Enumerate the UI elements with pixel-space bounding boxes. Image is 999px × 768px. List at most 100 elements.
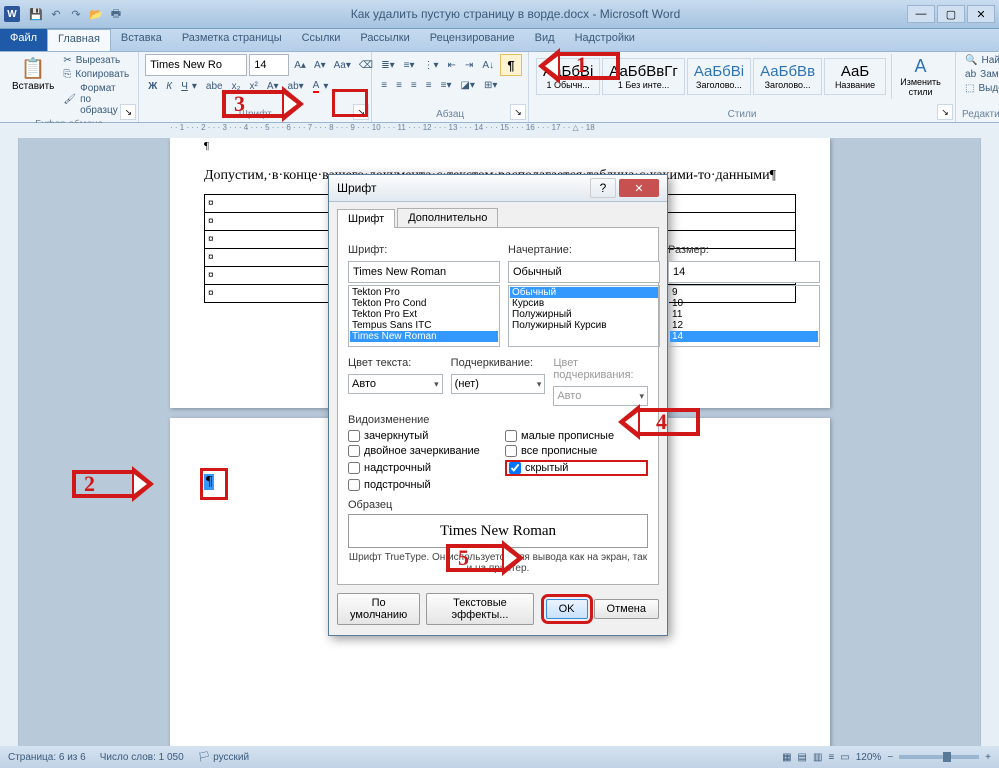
shrink-font-button[interactable]: A▾ xyxy=(311,54,329,76)
undo-icon[interactable]: ↶ xyxy=(48,6,64,22)
justify-button[interactable]: ≡ xyxy=(423,79,435,92)
copy-button[interactable]: ⎘Копировать xyxy=(60,68,132,81)
align-center-button[interactable]: ≡ xyxy=(393,79,405,92)
highlight-button[interactable]: ab▾ xyxy=(285,79,307,94)
maximize-button[interactable]: ▢ xyxy=(937,5,965,23)
list-item[interactable]: 10 xyxy=(670,298,818,309)
close-button[interactable]: ✕ xyxy=(967,5,995,23)
save-icon[interactable]: 💾 xyxy=(28,6,44,22)
zoom-out-button[interactable]: − xyxy=(887,752,893,763)
style-input[interactable] xyxy=(508,261,660,283)
indent-inc-button[interactable]: ⇥ xyxy=(462,54,476,76)
minimize-button[interactable]: — xyxy=(907,5,935,23)
list-item[interactable]: Полужирный xyxy=(510,309,658,320)
size-input[interactable] xyxy=(668,261,820,283)
open-icon[interactable]: 📂 xyxy=(88,6,104,22)
change-styles-button[interactable]: A Изменить стили xyxy=(891,54,949,99)
chk-sub[interactable]: подстрочный xyxy=(348,479,491,491)
superscript-button[interactable]: x² xyxy=(246,79,260,94)
status-page[interactable]: Страница: 6 из 6 xyxy=(8,752,86,763)
select-button[interactable]: ⬚Выделить xyxy=(962,82,999,95)
style-h1[interactable]: АаБбВіЗаголово... xyxy=(687,58,751,95)
zoom-in-button[interactable]: + xyxy=(985,752,991,763)
tab-layout[interactable]: Разметка страницы xyxy=(172,29,292,51)
chk-strike[interactable]: зачеркнутый xyxy=(348,430,491,442)
view-outline-button[interactable]: ≡ xyxy=(828,752,834,763)
redo-icon[interactable]: ↷ xyxy=(68,6,84,22)
list-item[interactable]: Обычный xyxy=(510,287,658,298)
style-normal[interactable]: АаБбВі1 Обычн... xyxy=(536,58,600,95)
underline-combo[interactable]: (нет) xyxy=(451,374,546,394)
status-lang[interactable]: 🏳 русский xyxy=(198,752,249,763)
underline-button[interactable]: Ч▾ xyxy=(178,79,200,94)
list-item[interactable]: Tekton Pro Ext xyxy=(350,309,498,320)
dialog-help-button[interactable]: ? xyxy=(590,178,616,198)
font-launcher[interactable]: ↘ xyxy=(353,104,369,120)
strike-button[interactable]: abe xyxy=(203,79,226,94)
font-size-combo[interactable] xyxy=(249,54,289,76)
shading-button[interactable]: ◪▾ xyxy=(457,79,477,92)
tab-insert[interactable]: Вставка xyxy=(111,29,172,51)
ok-button[interactable]: OK xyxy=(546,599,588,619)
tab-file[interactable]: Файл xyxy=(0,29,47,51)
align-right-button[interactable]: ≡ xyxy=(408,79,420,92)
change-case-button[interactable]: Aa▾ xyxy=(331,54,354,76)
text-effects-button[interactable]: Текстовые эффекты... xyxy=(426,593,533,625)
tab-references[interactable]: Ссылки xyxy=(292,29,351,51)
chk-smallcaps[interactable]: малые прописные xyxy=(505,430,648,442)
print-icon[interactable]: 🖶 xyxy=(108,6,124,22)
style-h2[interactable]: АаБбВвЗаголово... xyxy=(753,58,822,95)
list-item[interactable]: Times New Roman xyxy=(350,331,498,342)
tab-home[interactable]: Главная xyxy=(47,29,111,51)
list-item[interactable]: Полужирный Курсив xyxy=(510,320,658,331)
show-paragraph-button[interactable]: ¶ xyxy=(500,54,522,76)
dialog-tab-advanced[interactable]: Дополнительно xyxy=(397,208,498,227)
replace-button[interactable]: abЗаменить xyxy=(962,68,999,81)
paragraph-launcher[interactable]: ↘ xyxy=(510,104,526,120)
style-title[interactable]: АаБНазвание xyxy=(824,58,886,95)
styles-launcher[interactable]: ↘ xyxy=(937,104,953,120)
view-draft-button[interactable]: ▭ xyxy=(840,752,849,763)
sort-button[interactable]: A↓ xyxy=(479,54,497,76)
view-web-button[interactable]: ▥ xyxy=(813,752,822,763)
text-effects-button[interactable]: A▾ xyxy=(264,79,282,94)
borders-button[interactable]: ⊞▾ xyxy=(481,79,500,92)
font-family-combo[interactable] xyxy=(145,54,247,76)
tab-review[interactable]: Рецензирование xyxy=(420,29,525,51)
bullets-button[interactable]: ≣▾ xyxy=(378,54,397,76)
chk-super[interactable]: надстрочный xyxy=(348,460,491,476)
view-read-button[interactable]: ▤ xyxy=(798,752,807,763)
style-nospacing[interactable]: АаБбВвГг1 Без инте... xyxy=(602,58,685,95)
bold-button[interactable]: Ж xyxy=(145,79,160,94)
line-spacing-button[interactable]: ≡▾ xyxy=(438,79,455,92)
list-item[interactable]: Tekton Pro Cond xyxy=(350,298,498,309)
list-item[interactable]: 11 xyxy=(670,309,818,320)
list-item[interactable]: 14 xyxy=(670,331,818,342)
find-button[interactable]: 🔍Найти xyxy=(962,54,999,67)
chk-hidden[interactable]: скрытый xyxy=(505,460,648,476)
list-item[interactable]: Tempus Sans ITC xyxy=(350,320,498,331)
indent-dec-button[interactable]: ⇤ xyxy=(445,54,459,76)
zoom-slider[interactable] xyxy=(899,755,979,759)
tab-addins[interactable]: Надстройки xyxy=(565,29,645,51)
list-item[interactable]: 12 xyxy=(670,320,818,331)
status-zoom[interactable]: 120% xyxy=(856,752,882,763)
size-listbox[interactable]: 9 10 11 12 14 xyxy=(668,285,820,347)
cancel-button[interactable]: Отмена xyxy=(594,599,659,619)
grow-font-button[interactable]: A▴ xyxy=(291,54,309,76)
font-input[interactable] xyxy=(348,261,500,283)
numbering-button[interactable]: ≡▾ xyxy=(401,54,418,76)
cut-button[interactable]: ✂Вырезать xyxy=(60,54,132,67)
style-listbox[interactable]: Обычный Курсив Полужирный Полужирный Кур… xyxy=(508,285,660,347)
list-item[interactable]: 9 xyxy=(670,287,818,298)
clipboard-launcher[interactable]: ↘ xyxy=(120,104,136,120)
font-listbox[interactable]: Tekton Pro Tekton Pro Cond Tekton Pro Ex… xyxy=(348,285,500,347)
chk-dstrike[interactable]: двойное зачеркивание xyxy=(348,445,491,457)
default-button[interactable]: По умолчанию xyxy=(337,593,420,625)
vertical-scrollbar[interactable] xyxy=(980,138,999,746)
subscript-button[interactable]: x₂ xyxy=(229,79,244,94)
tab-view[interactable]: Вид xyxy=(525,29,565,51)
view-print-button[interactable]: ▦ xyxy=(782,752,791,763)
tab-mailings[interactable]: Рассылки xyxy=(350,29,419,51)
selected-pilcrow[interactable]: ¶ xyxy=(204,474,214,490)
